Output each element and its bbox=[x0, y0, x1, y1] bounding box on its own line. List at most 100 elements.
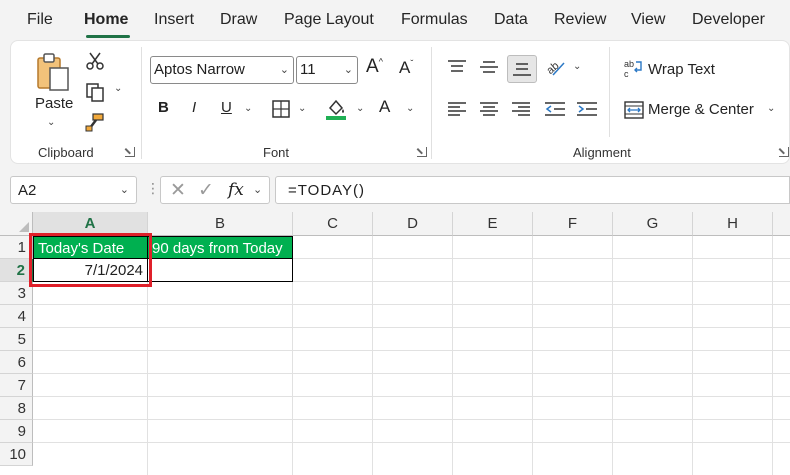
font-color-icon[interactable]: A bbox=[379, 97, 390, 117]
underline-dropdown-chevron-icon[interactable]: ⌄ bbox=[244, 103, 252, 114]
column-header-b[interactable]: B bbox=[148, 212, 293, 236]
formula-text: =TODAY() bbox=[288, 182, 366, 199]
paste-button[interactable]: Paste bbox=[35, 95, 73, 112]
formula-bar-grip-icon: ⋮ bbox=[146, 180, 160, 196]
tab-page-layout[interactable]: Page Layout bbox=[284, 11, 374, 29]
clipboard-group-label: Clipboard bbox=[38, 145, 94, 160]
row-header-5[interactable]: 5 bbox=[0, 328, 33, 351]
decrease-font-size-icon[interactable]: Aˇ bbox=[399, 58, 413, 78]
formula-bar: A2 ⌄ ⋮ ✕ ✓ fx ⌄ =TODAY() bbox=[0, 164, 790, 212]
gridline bbox=[452, 236, 453, 475]
top-align-icon[interactable] bbox=[445, 55, 469, 79]
column-header-c[interactable]: C bbox=[293, 212, 373, 236]
font-color-dropdown-chevron-icon[interactable]: ⌄ bbox=[406, 103, 414, 114]
middle-align-icon[interactable] bbox=[477, 55, 501, 79]
merge-center-button[interactable]: Merge & Center bbox=[648, 101, 754, 118]
orientation-icon[interactable]: ab bbox=[543, 55, 567, 79]
gridline bbox=[33, 327, 790, 328]
alignment-dialog-launcher-icon[interactable] bbox=[779, 147, 789, 157]
cell-b1[interactable]: 90 days from Today bbox=[147, 236, 293, 259]
paste-icon[interactable] bbox=[33, 51, 73, 93]
enter-check-icon[interactable]: ✓ bbox=[198, 179, 214, 202]
font-size-select[interactable]: 11 ⌄ bbox=[296, 56, 358, 84]
align-right-icon[interactable] bbox=[509, 97, 533, 121]
row-header-8[interactable]: 8 bbox=[0, 397, 33, 420]
borders-dropdown-chevron-icon[interactable]: ⌄ bbox=[298, 103, 306, 114]
column-header-h[interactable]: H bbox=[693, 212, 773, 236]
chevron-down-icon[interactable]: ⌄ bbox=[253, 183, 262, 196]
tab-file[interactable]: File bbox=[27, 11, 53, 29]
align-center-icon[interactable] bbox=[477, 97, 501, 121]
gridline bbox=[33, 442, 790, 443]
font-size-value: 11 bbox=[300, 61, 316, 78]
wrap-text-button[interactable]: Wrap Text bbox=[648, 61, 715, 78]
tab-formulas[interactable]: Formulas bbox=[401, 11, 468, 29]
tab-review[interactable]: Review bbox=[554, 11, 606, 29]
gridline bbox=[33, 396, 790, 397]
column-header-f[interactable]: F bbox=[533, 212, 613, 236]
row-header-10[interactable]: 10 bbox=[0, 443, 33, 466]
column-header-partial bbox=[773, 212, 790, 236]
gridline bbox=[692, 236, 693, 475]
merge-dropdown-chevron-icon[interactable]: ⌄ bbox=[767, 103, 775, 114]
font-name-select[interactable]: Aptos Narrow ⌄ bbox=[150, 56, 294, 84]
increase-indent-icon[interactable] bbox=[575, 97, 599, 121]
bottom-align-icon[interactable] bbox=[507, 55, 537, 83]
underline-icon[interactable]: U bbox=[221, 99, 232, 116]
formula-controls: ✕ ✓ fx ⌄ bbox=[160, 176, 270, 204]
gridline bbox=[33, 350, 790, 351]
ribbon-tabs: File Home Insert Draw Page Layout Formul… bbox=[0, 0, 790, 40]
orientation-dropdown-chevron-icon[interactable]: ⌄ bbox=[573, 61, 581, 72]
decrease-indent-icon[interactable] bbox=[543, 97, 567, 121]
tab-view[interactable]: View bbox=[631, 11, 665, 29]
row-header-7[interactable]: 7 bbox=[0, 374, 33, 397]
font-name-value: Aptos Narrow bbox=[154, 61, 245, 78]
chevron-down-icon: ⌄ bbox=[343, 64, 353, 76]
alignment-group-label: Alignment bbox=[573, 145, 631, 160]
chevron-down-icon: ⌄ bbox=[279, 64, 289, 76]
tab-home[interactable]: Home bbox=[84, 11, 128, 29]
cancel-icon[interactable]: ✕ bbox=[170, 179, 186, 202]
borders-icon[interactable] bbox=[270, 98, 292, 120]
tab-insert[interactable]: Insert bbox=[154, 11, 194, 29]
increase-font-size-icon[interactable]: A^ bbox=[366, 56, 383, 78]
name-box-value: A2 bbox=[18, 182, 37, 199]
paste-dropdown-chevron-icon[interactable]: ⌄ bbox=[47, 117, 55, 128]
svg-text:c: c bbox=[624, 69, 629, 78]
column-header-g[interactable]: G bbox=[613, 212, 693, 236]
bold-icon[interactable]: B bbox=[158, 99, 169, 116]
tab-draw[interactable]: Draw bbox=[220, 11, 257, 29]
row-header-6[interactable]: 6 bbox=[0, 351, 33, 374]
group-separator bbox=[431, 47, 432, 159]
highlight-box bbox=[29, 233, 152, 287]
tab-data[interactable]: Data bbox=[494, 11, 528, 29]
fill-color-icon[interactable] bbox=[324, 96, 348, 122]
italic-icon[interactable]: I bbox=[192, 99, 196, 116]
active-tab-indicator bbox=[86, 35, 130, 38]
formula-input[interactable]: =TODAY() bbox=[275, 176, 790, 204]
fill-color-dropdown-chevron-icon[interactable]: ⌄ bbox=[356, 103, 364, 114]
gridline bbox=[372, 236, 373, 475]
copy-icon[interactable] bbox=[84, 81, 106, 103]
name-box[interactable]: A2 ⌄ bbox=[10, 176, 137, 204]
row-header-4[interactable]: 4 bbox=[0, 305, 33, 328]
format-painter-icon[interactable] bbox=[84, 111, 106, 133]
group-separator bbox=[609, 47, 610, 137]
clipboard-dialog-launcher-icon[interactable] bbox=[125, 147, 135, 157]
row-header-9[interactable]: 9 bbox=[0, 420, 33, 443]
copy-dropdown-chevron-icon[interactable]: ⌄ bbox=[114, 83, 122, 94]
align-left-icon[interactable] bbox=[445, 97, 469, 121]
font-dialog-launcher-icon[interactable] bbox=[417, 147, 427, 157]
tab-developer[interactable]: Developer bbox=[692, 11, 765, 29]
column-header-d[interactable]: D bbox=[373, 212, 453, 236]
merge-center-icon[interactable] bbox=[623, 99, 645, 121]
wrap-text-icon[interactable]: ab c bbox=[623, 57, 645, 79]
font-group-label: Font bbox=[263, 145, 290, 160]
cut-icon[interactable] bbox=[84, 50, 106, 72]
gridline bbox=[532, 236, 533, 475]
insert-function-button[interactable]: fx bbox=[228, 180, 244, 200]
cell-b2[interactable] bbox=[147, 258, 293, 282]
gridline bbox=[33, 419, 790, 420]
chevron-down-icon[interactable]: ⌄ bbox=[120, 183, 129, 196]
column-header-e[interactable]: E bbox=[453, 212, 533, 236]
